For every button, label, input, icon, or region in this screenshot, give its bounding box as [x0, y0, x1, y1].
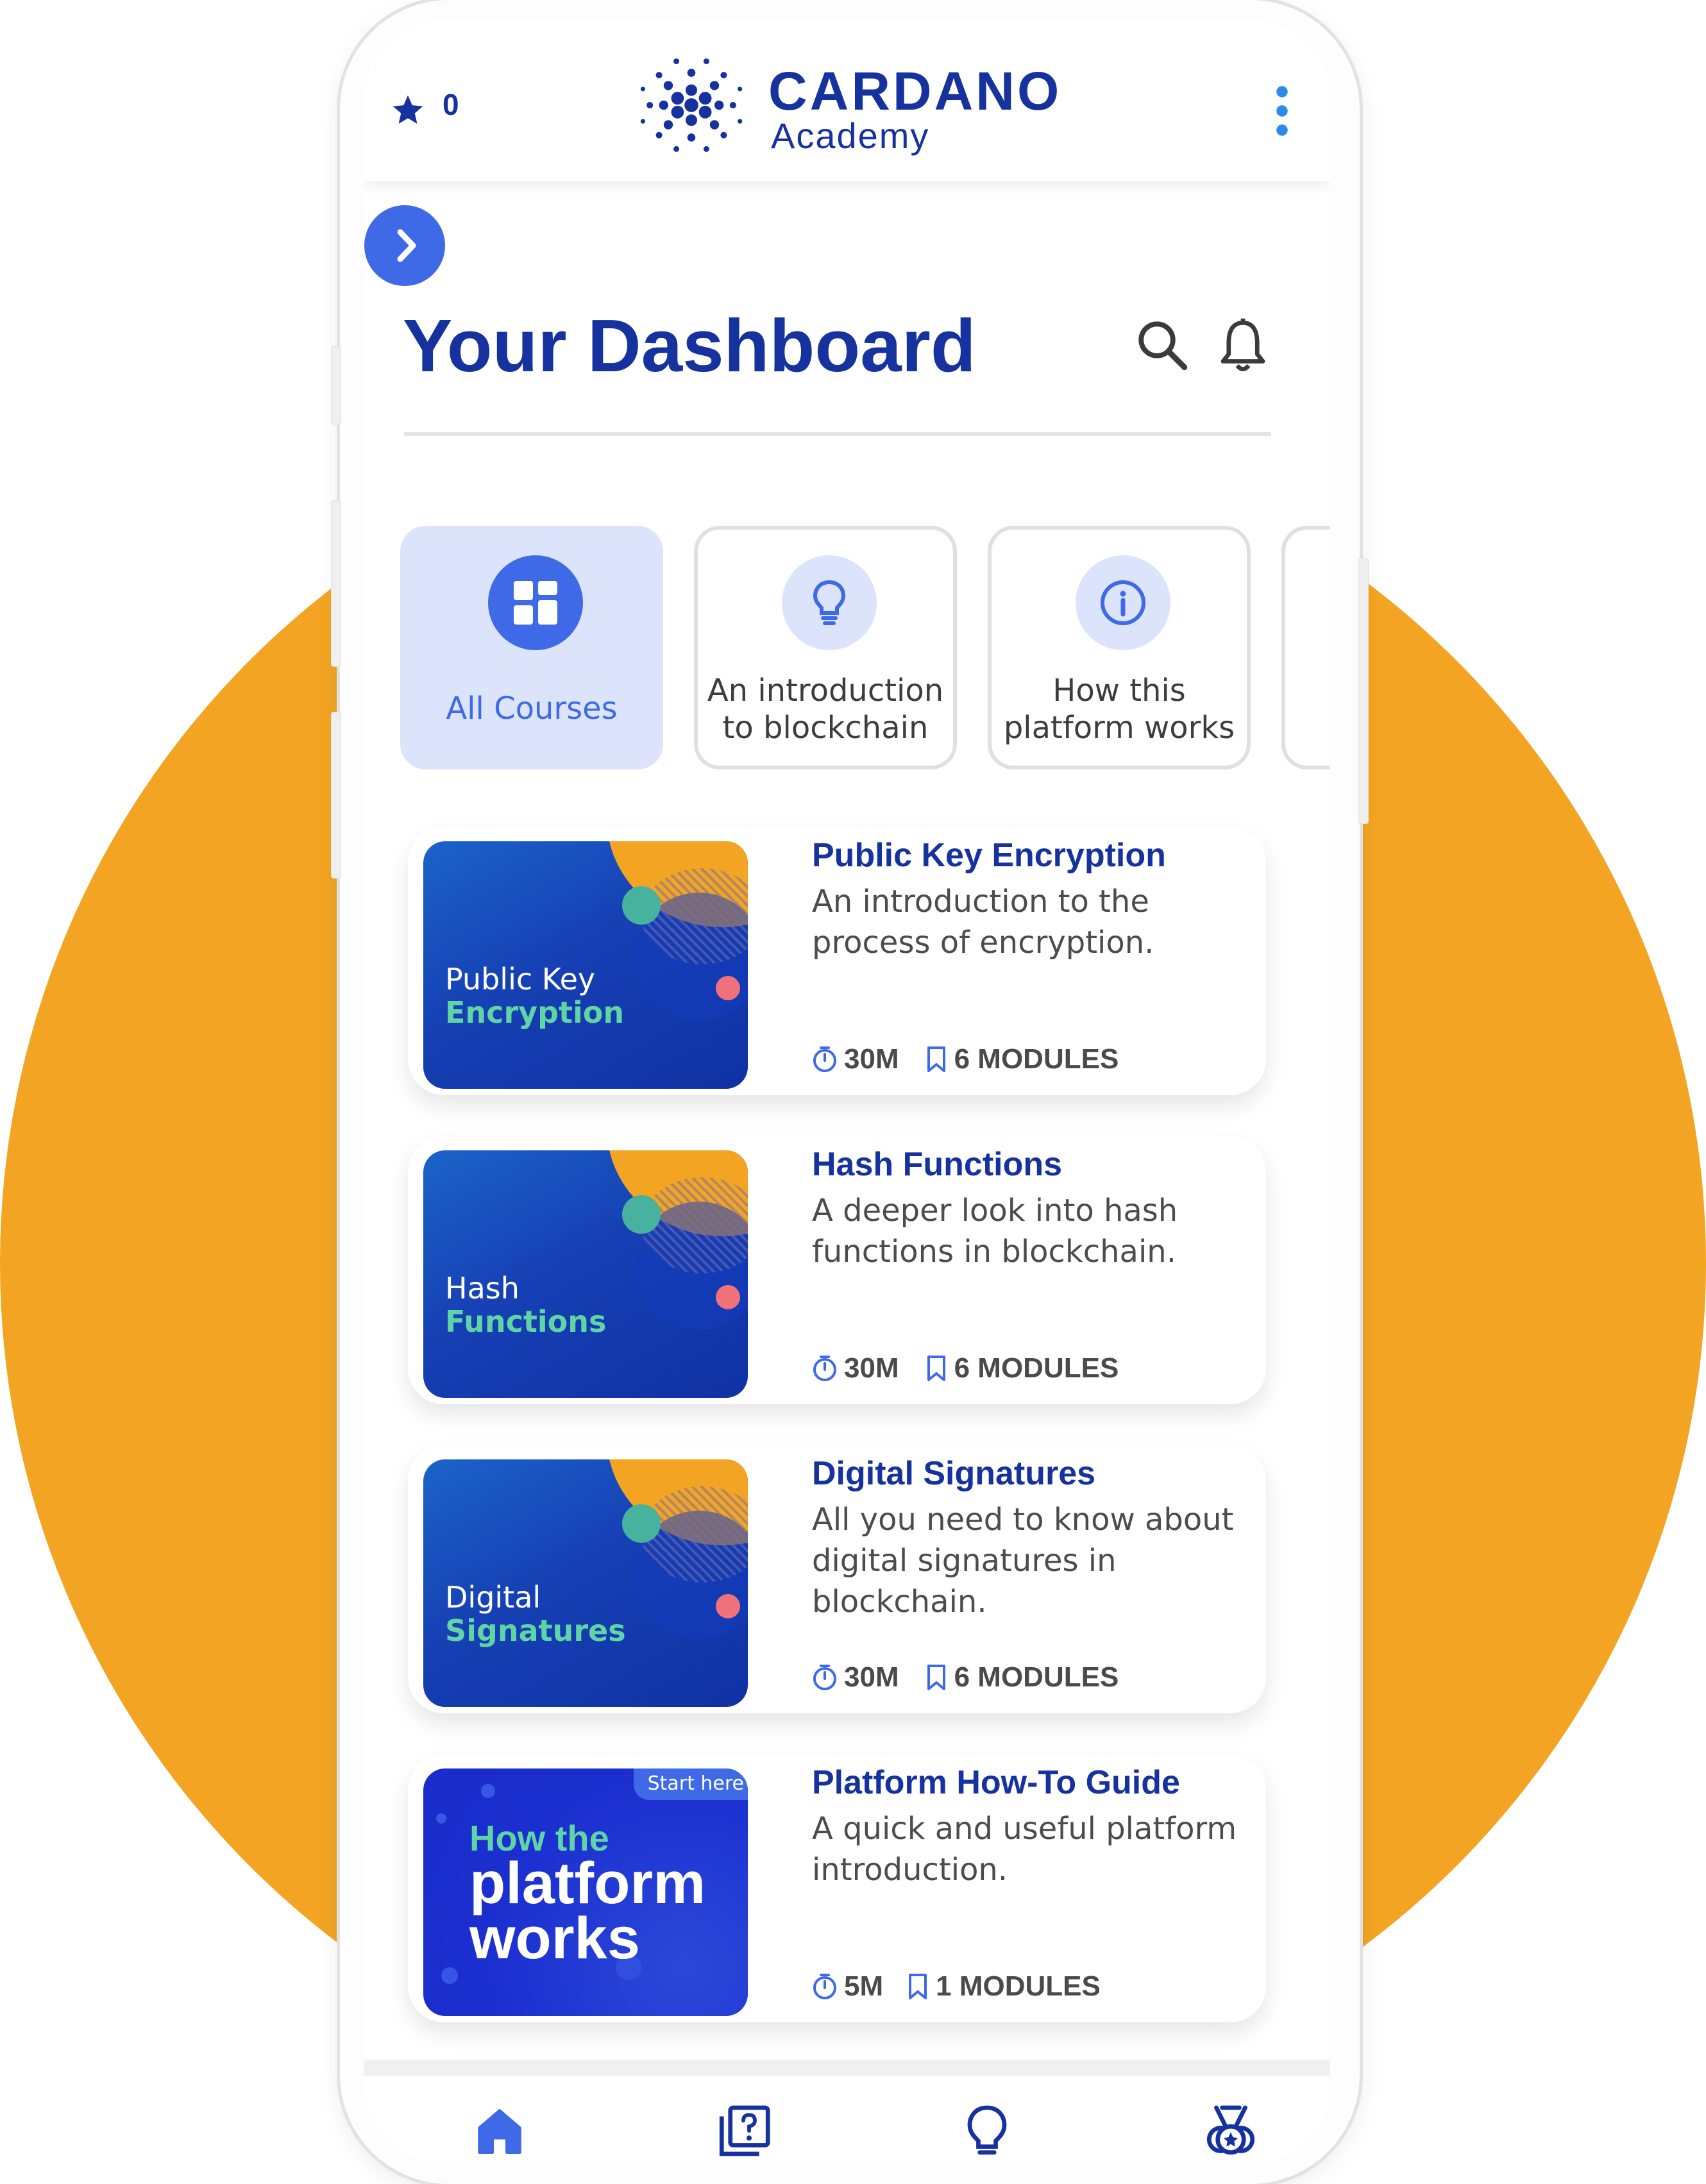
course-card[interactable]: Start here How the platform works Platfo… [408, 1754, 1266, 2022]
tab-partial[interactable] [1281, 526, 1330, 769]
course-meta: 30M 6 MODULES [812, 1658, 1119, 1697]
header-divider [404, 432, 1271, 436]
thumbnail-subtitle: Functions [445, 1304, 607, 1339]
thumbnail-title: Public Key [445, 962, 596, 996]
info-icon [1076, 555, 1170, 650]
thumbnail-title: Hash [445, 1271, 519, 1306]
tab-label: All Courses [446, 691, 618, 727]
timer-icon [813, 1046, 836, 1072]
timer-icon [813, 1974, 836, 1999]
course-title: Public Key Encryption [812, 837, 1166, 874]
lightbulb-icon [782, 555, 877, 650]
course-modules: 1 MODULES [936, 1970, 1101, 2002]
course-modules: 6 MODULES [954, 1043, 1119, 1075]
course-card[interactable]: Hash Functions Hash Functions A deeper l… [408, 1136, 1266, 1404]
course-title: Hash Functions [812, 1146, 1063, 1183]
course-thumbnail: Hash Functions [423, 1150, 748, 1398]
phone-power-button [1358, 558, 1369, 824]
course-meta: 5M 1 MODULES [812, 1967, 1101, 2006]
course-thumbnail: Digital Signatures [423, 1459, 748, 1707]
app-header: 0 CARDANO Academy [364, 21, 1330, 181]
lightbulb-icon[interactable] [958, 2102, 1016, 2160]
timer-icon [813, 1356, 836, 1381]
grid-icon [488, 555, 583, 650]
more-options-icon[interactable] [1266, 82, 1298, 140]
course-title: Platform How-To Guide [812, 1764, 1180, 1801]
bookmark-icon [927, 1046, 945, 1072]
search-icon[interactable] [1134, 317, 1192, 374]
tab-how-platform-works[interactable]: How this platform works [988, 526, 1251, 769]
tab-all-courses[interactable]: All Courses [400, 526, 663, 769]
quiz-icon[interactable] [714, 2102, 772, 2160]
thumbnail-subtitle: Signatures [445, 1613, 626, 1648]
medal-icon[interactable] [1202, 2102, 1260, 2160]
course-title: Digital Signatures [812, 1455, 1096, 1492]
phone-side-button [331, 712, 341, 878]
nav-separator [364, 2060, 1330, 2076]
star-icon [393, 95, 423, 124]
course-description: A quick and useful platform introduction… [812, 1811, 1237, 1888]
thumbnail-title: Digital [445, 1580, 541, 1615]
course-meta: 30M 6 MODULES [812, 1349, 1119, 1388]
course-thumbnail: Public Key Encryption [423, 841, 748, 1089]
course-description: An introduction to the process of encryp… [812, 884, 1154, 961]
brand-subtitle: Academy [771, 115, 930, 156]
star-count: 0 [443, 88, 459, 121]
expand-sidebar-button[interactable] [364, 205, 445, 286]
tab-label: An introduction to blockchain [707, 673, 944, 746]
tab-intro-blockchain[interactable]: An introduction to blockchain [694, 526, 957, 769]
bell-icon[interactable] [1217, 317, 1269, 374]
course-duration: 30M [844, 1352, 899, 1384]
course-meta: 30M 6 MODULES [812, 1040, 1119, 1079]
bookmark-icon [909, 1974, 927, 1999]
phone-side-button [331, 500, 341, 667]
bookmark-icon [927, 1665, 945, 1690]
course-card[interactable]: Digital Signatures Digital Signatures Al… [408, 1445, 1266, 1713]
home-icon[interactable] [471, 2102, 528, 2160]
phone-side-button [331, 346, 341, 424]
start-here-badge: Start here [633, 1768, 748, 1800]
course-description: All you need to know about digital signa… [812, 1502, 1234, 1620]
course-duration: 30M [844, 1661, 899, 1693]
tab-label: How this platform works [1003, 673, 1235, 746]
course-modules: 6 MODULES [954, 1352, 1119, 1384]
app-screen: 0 CARDANO Academy Your Dashboard All Cou… [364, 21, 1330, 2162]
page-title: Your Dashboard [403, 304, 976, 387]
thumbnail-subtitle: platform works [469, 1851, 705, 1971]
thumbnail-subtitle: Encryption [445, 995, 625, 1030]
course-description: A deeper look into hash functions in blo… [812, 1193, 1178, 1270]
course-modules: 6 MODULES [954, 1661, 1119, 1693]
cardano-logo-icon [640, 58, 743, 152]
course-thumbnail: Start here How the platform works [423, 1768, 748, 2016]
timer-icon [813, 1665, 836, 1690]
bottom-nav [364, 2076, 1330, 2162]
course-duration: 5M [844, 1970, 884, 2002]
course-duration: 30M [844, 1043, 899, 1075]
brand-name: CARDANO [768, 61, 1062, 121]
category-tabs: All Courses An introduction to blockchai… [400, 526, 1330, 769]
bookmark-icon [927, 1356, 945, 1381]
course-card[interactable]: Public Key Encryption Public Key Encrypt… [408, 827, 1266, 1095]
chevron-right-icon [397, 229, 416, 262]
